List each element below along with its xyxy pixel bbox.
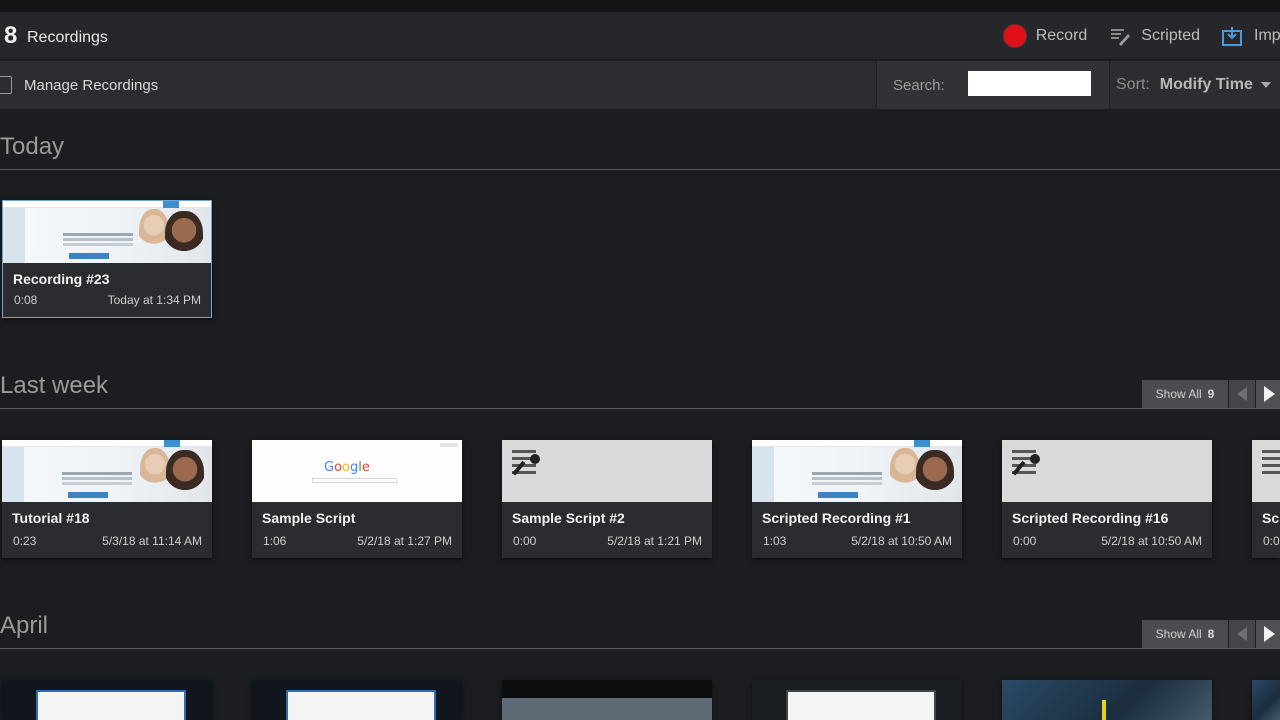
- recording-thumbnail: [1252, 680, 1280, 720]
- recording-date: 5/2/18 at 10:50 AM: [1101, 534, 1202, 548]
- show-all-count: 9: [1207, 387, 1215, 401]
- recording-title: Scripted Recording #16: [1012, 510, 1169, 526]
- window-titlebar: [0, 0, 1280, 12]
- recording-date: Today at 1:34 PM: [107, 293, 201, 307]
- section-divider: [0, 648, 1280, 649]
- recording-card[interactable]: Sc 0:0: [1252, 440, 1280, 558]
- recording-card[interactable]: [1252, 680, 1280, 720]
- import-label: Import: [1254, 27, 1280, 44]
- sort-label: Sort:: [1116, 76, 1150, 93]
- recordings-label: Recordings: [27, 29, 108, 46]
- section-title-last-week: Last week: [0, 372, 109, 399]
- recording-title: Scripted Recording #1: [762, 510, 911, 526]
- recording-thumbnail: [2, 440, 212, 502]
- scripted-button[interactable]: Scripted: [1109, 26, 1200, 46]
- recording-thumbnail: [502, 680, 712, 720]
- recording-card[interactable]: Sample Script #2 0:00 5/2/18 at 1:21 PM: [502, 440, 712, 558]
- recording-thumbnail: [252, 680, 462, 720]
- section-divider: [0, 169, 1280, 170]
- recording-card[interactable]: [1002, 680, 1212, 720]
- recording-card[interactable]: [2, 680, 212, 720]
- recording-date: 5/3/18 at 11:14 AM: [102, 534, 202, 548]
- recording-duration: 1:06: [263, 534, 287, 548]
- recording-title: Recording #23: [13, 271, 110, 287]
- recording-duration: 0:23: [13, 534, 37, 548]
- script-icon: [1262, 450, 1280, 480]
- scripted-icon: [1109, 26, 1131, 46]
- recording-title: Sc: [1262, 510, 1280, 526]
- sort-value: Modify Time: [1159, 76, 1253, 93]
- show-all-label: Show All: [1155, 387, 1202, 401]
- recording-card[interactable]: Google Sample Script 1:06 5/2/18 at 1:27…: [252, 440, 462, 558]
- recording-card[interactable]: [752, 680, 962, 720]
- script-thumbnail: [1002, 440, 1212, 502]
- recording-duration: 1:03: [763, 534, 787, 548]
- search-area: Search:: [876, 61, 1110, 109]
- recording-thumbnail: [752, 440, 962, 502]
- manage-recordings-label: Manage Recordings: [24, 76, 159, 94]
- microphone-icon: [1030, 454, 1040, 464]
- prev-page-button[interactable]: [1229, 380, 1255, 408]
- recording-card[interactable]: Tutorial #18 0:23 5/3/18 at 11:14 AM: [2, 440, 212, 558]
- recordings-count: 8: [4, 22, 18, 49]
- toolbar: Manage Recordings Search: Sort: Modify T…: [0, 61, 1280, 109]
- manage-recordings-toggle[interactable]: Manage Recordings: [0, 61, 876, 109]
- search-input[interactable]: [968, 71, 1091, 96]
- search-label: Search:: [893, 76, 945, 94]
- recording-date: 5/2/18 at 1:21 PM: [607, 534, 702, 548]
- script-thumbnail: [502, 440, 712, 502]
- manage-checkbox[interactable]: [0, 76, 12, 94]
- record-button[interactable]: Record: [1003, 25, 1088, 47]
- record-icon: [1003, 25, 1026, 47]
- script-thumbnail: [1252, 440, 1280, 502]
- show-all-label: Show All: [1155, 627, 1202, 641]
- recording-thumbnail: [752, 680, 962, 720]
- recording-thumbnail: Google: [252, 440, 462, 502]
- recording-card[interactable]: [252, 680, 462, 720]
- scripted-label: Scripted: [1141, 27, 1200, 44]
- recording-title: Tutorial #18: [12, 510, 90, 526]
- recording-title: Sample Script: [262, 510, 356, 526]
- recording-date: 5/2/18 at 1:27 PM: [357, 534, 452, 548]
- header-bar: 8 Recordings Record Scripted Import: [0, 12, 1280, 60]
- recording-duration: 0:00: [513, 534, 537, 548]
- chevron-right-icon: [1263, 386, 1275, 402]
- prev-page-button[interactable]: [1229, 620, 1255, 648]
- recording-card[interactable]: Scripted Recording #16 0:00 5/2/18 at 10…: [1002, 440, 1212, 558]
- header-actions: Record Scripted Import: [982, 12, 1280, 60]
- google-logo: Google: [324, 460, 370, 475]
- section-title-today: Today: [0, 133, 65, 160]
- recording-duration: 0:08: [14, 293, 38, 307]
- import-button[interactable]: Import: [1222, 26, 1280, 46]
- recording-duration: 0:0: [1263, 534, 1280, 548]
- chevron-right-icon: [1263, 626, 1275, 642]
- show-all-button[interactable]: Show All 9: [1142, 380, 1228, 408]
- next-page-button[interactable]: [1256, 620, 1280, 648]
- recording-thumbnail: [2, 680, 212, 720]
- show-all-button[interactable]: Show All 8: [1142, 620, 1228, 648]
- next-page-button[interactable]: [1256, 380, 1280, 408]
- recording-thumbnail: [3, 201, 211, 263]
- recording-title: Sample Script #2: [512, 510, 625, 526]
- section-title-april: April: [0, 612, 49, 639]
- chevron-down-icon: [1260, 82, 1271, 88]
- recording-card[interactable]: Scripted Recording #1 1:03 5/2/18 at 10:…: [752, 440, 962, 558]
- recording-date: 5/2/18 at 10:50 AM: [851, 534, 952, 548]
- microphone-icon: [530, 454, 540, 464]
- chevron-left-icon: [1237, 627, 1247, 641]
- sort-dropdown[interactable]: Sort: Modify Time: [1110, 61, 1280, 109]
- chevron-left-icon: [1237, 387, 1247, 401]
- record-label: Record: [1035, 27, 1088, 44]
- import-icon: [1222, 26, 1244, 46]
- section-divider: [0, 408, 1280, 409]
- recording-card[interactable]: Recording #23 0:08 Today at 1:34 PM: [2, 200, 212, 318]
- recording-thumbnail: [1002, 680, 1212, 720]
- recording-card[interactable]: [502, 680, 712, 720]
- show-all-count: 8: [1207, 627, 1215, 641]
- recording-duration: 0:00: [1013, 534, 1037, 548]
